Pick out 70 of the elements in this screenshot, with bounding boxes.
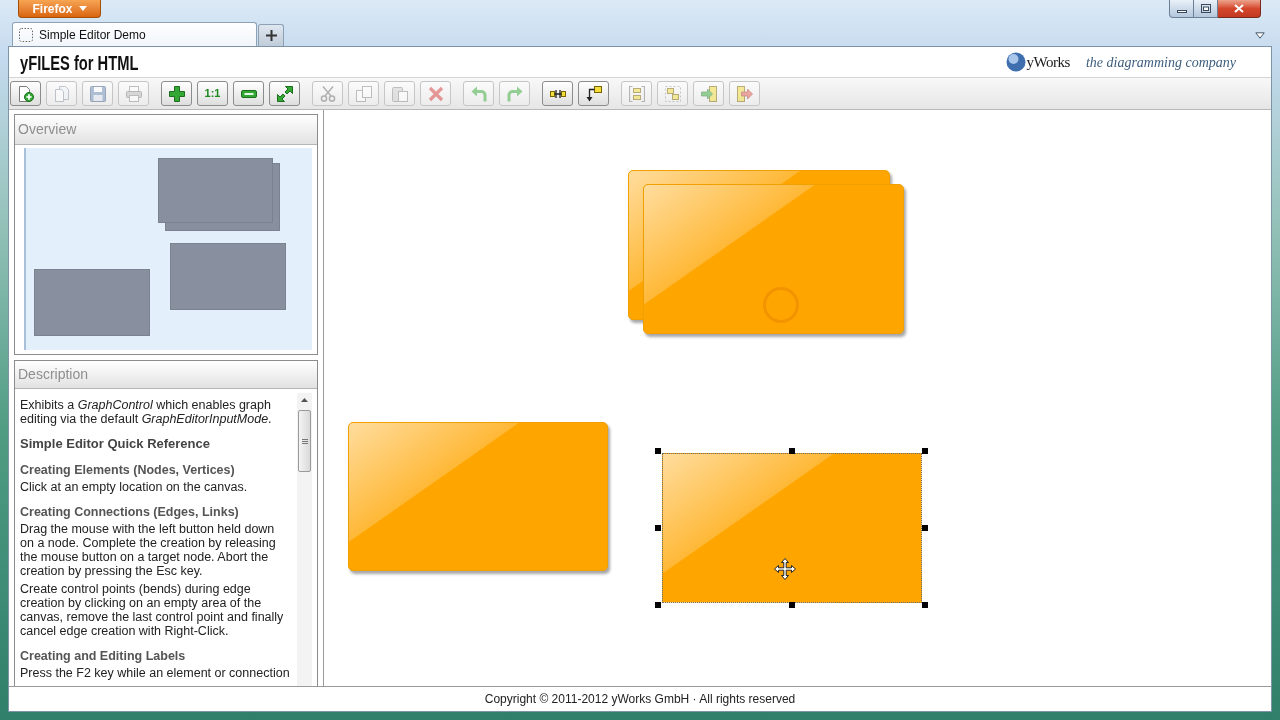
copyright-text: Copyright © 2011-2012 yWorks GmbH · All rights reserved [484,691,796,708]
diagram-node[interactable] [348,422,608,571]
restore-icon [1200,4,1211,13]
description-text: Create control points (bends) during edge creation by clicking on an empty area of the canvas, remove the last control point and finally cancel edge creation with Right-Click. [20,582,285,638]
resize-handle[interactable] [922,448,928,454]
resize-handle[interactable] [922,525,928,531]
company-logo: yWorks [1026,54,1070,70]
browser-tab[interactable]: Simple Editor Demo [12,22,257,46]
description-text: Drag the mouse with the left button held down on a node. Complete the creation by releasing the mouse button on a target node. Abort the creation by pressing the Esc key. [20,522,277,578]
description-text: Exhibits a GraphControl which enables graph editing via the default GraphEditorInputMode. [20,398,273,426]
resize-handle[interactable] [922,602,928,608]
firefox-menu-button[interactable]: Firefox [18,0,101,18]
resize-handle[interactable] [789,602,795,608]
description-text: Press the F2 key while an element or connection [20,666,291,680]
node-stack-drawing[interactable] [628,170,907,337]
diagonal-arrows-icon [276,85,293,102]
panel-title: Description [18,365,89,384]
section-heading: Creating and Editing Labels [20,648,187,664]
company-tagline: the diagramming company [1085,53,1236,72]
minimize-icon [1176,9,1187,13]
section-title: Simple Editor Quick Reference [20,436,211,452]
printer-icon [125,85,142,102]
toolbar-button[interactable] [269,81,300,106]
resize-handle[interactable] [655,525,661,531]
copy-icon [355,85,372,102]
overview-canvas[interactable] [24,148,312,350]
new-tab-button[interactable] [258,24,284,46]
plus-icon [265,30,277,41]
cross-icon [427,85,444,102]
scissors-icon [319,85,336,102]
resize-handle[interactable] [655,602,661,608]
ball-logo-icon [1005,52,1026,72]
scrollbar-thumb[interactable] [298,410,311,472]
close-icon [1234,4,1244,13]
bent-arrow-square-icon [585,85,602,102]
clipboard-icon [391,85,408,102]
minimize-button[interactable] [1169,0,1194,18]
new-document-icon [17,85,34,102]
arrow-out-of-square-icon [736,85,753,102]
tab-list-button[interactable] [1255,31,1265,39]
app-title: yFILES for HTML [20,51,139,73]
bracketed-squares-icon [628,85,645,102]
scroll-up-arrow-icon[interactable] [301,398,308,402]
plus-icon [168,85,185,102]
toolbar-button[interactable]: 1:1 [197,81,228,106]
tab-title: Simple Editor Demo [39,26,146,44]
redo-icon [506,85,523,102]
toolbar-button[interactable] [542,81,573,106]
description-text: Click at an empty location on the canvas. [20,480,249,494]
section-heading: Creating Elements (Nodes, Vertices) [20,462,236,478]
toolbar-button[interactable] [578,81,609,106]
toolbar-button[interactable] [233,81,264,106]
caret-icon [78,6,87,11]
resize-handle[interactable] [789,448,795,454]
section-heading: Creating Connections (Edges, Links) [20,504,240,520]
documents-icon [53,85,70,102]
panel-title: Overview [18,120,77,139]
dotted-square-icon [19,27,33,42]
toolbar-button[interactable] [161,81,192,106]
resize-handle[interactable] [655,448,661,454]
maximize-button[interactable] [1194,0,1218,18]
grip-icon [301,438,308,444]
undo-icon [470,85,487,102]
close-button[interactable] [1218,0,1261,18]
stacked-squares-icon [664,85,681,102]
caret-icon [1255,31,1265,39]
scrollbar[interactable] [297,393,312,686]
arrow-into-square-icon [700,85,717,102]
move-cursor-icon [774,558,796,580]
diagram-node[interactable] [662,453,922,603]
